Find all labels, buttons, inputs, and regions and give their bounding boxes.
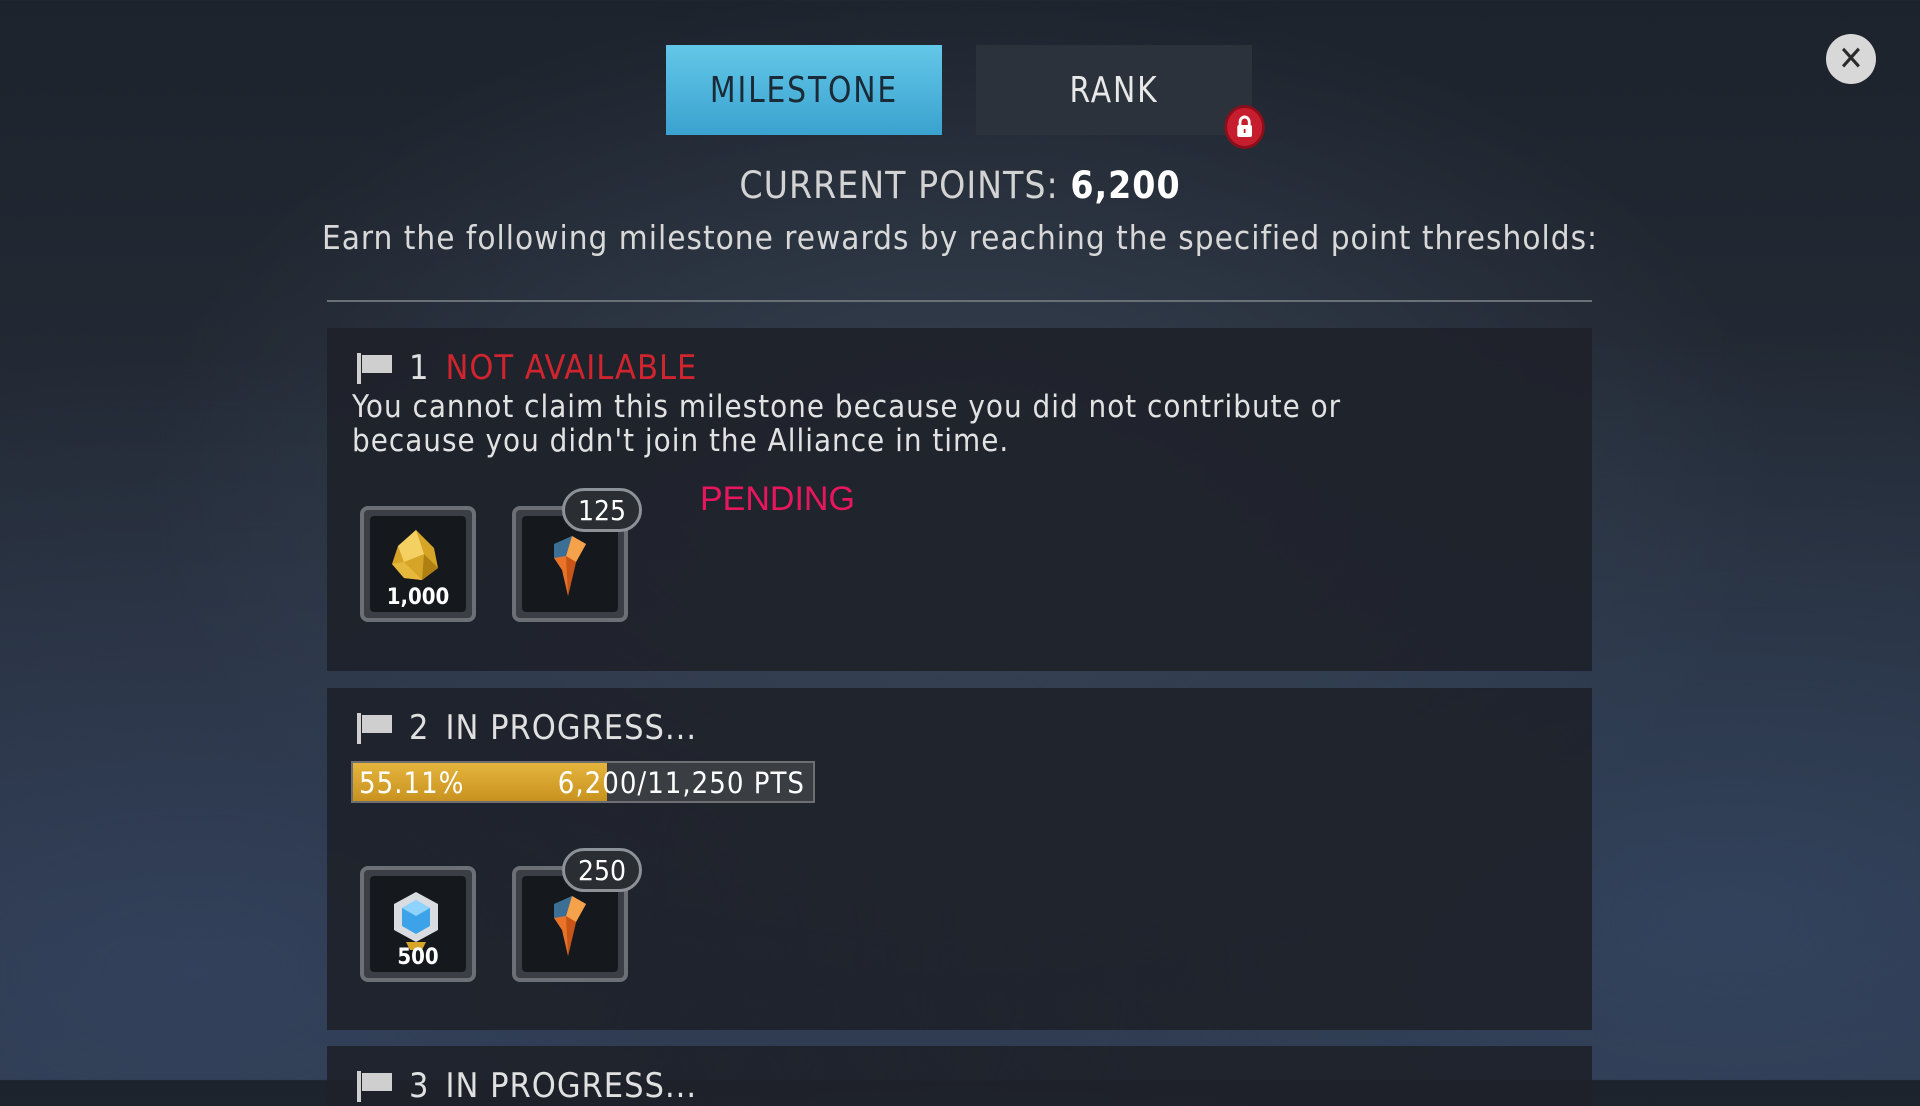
close-icon: ✕ [1838, 39, 1864, 79]
tab-rank-label: RANK [1069, 69, 1159, 111]
current-points: CURRENT POINTS: 6,200 [0, 164, 1920, 207]
reward-item[interactable]: 125 [512, 488, 642, 622]
progress-bar: 55.11% 6,200/11,250 PTS [351, 761, 815, 803]
milestone-number: 1 [409, 348, 430, 388]
milestone-number: 3 [409, 1066, 430, 1106]
reward-badge: 125 [562, 488, 642, 532]
reward-item[interactable]: 1,000 [360, 506, 476, 622]
reward-item[interactable]: 500 [360, 866, 476, 982]
description-line: You cannot claim this milestone because … [352, 389, 1342, 425]
milestone-instructions: Earn the following milestone rewards by … [321, 218, 1599, 257]
reward-quantity: 1,000 [386, 585, 450, 610]
milestone-header: 1 NOT AVAILABLE [355, 348, 697, 388]
milestone-status: NOT AVAILABLE [445, 348, 698, 388]
description-line: because you didn't join the Alliance in … [352, 423, 1010, 459]
flag-icon [357, 713, 392, 744]
progress-points: 6,200/11,250 PTS [557, 766, 805, 800]
flag-icon [357, 1071, 392, 1102]
milestone-header: 3 IN PROGRESS... [355, 1066, 697, 1106]
milestone-card-2: 2 IN PROGRESS... 55.11% 6,200/11,250 PTS… [327, 688, 1592, 1030]
reward-badge: 250 [562, 848, 642, 892]
reward-quantity: 500 [397, 945, 439, 970]
divider [327, 300, 1592, 302]
milestone-header: 2 IN PROGRESS... [355, 708, 697, 748]
milestone-status: IN PROGRESS... [445, 708, 698, 748]
reward-item[interactable]: 250 [512, 848, 642, 982]
milestone-description: You cannot claim this milestone because … [352, 390, 1341, 458]
milestone-number: 2 [409, 708, 430, 748]
milestone-card-3: 3 IN PROGRESS... [327, 1046, 1592, 1106]
tab-milestone[interactable]: MILESTONE [666, 45, 942, 135]
pending-label: PENDING [700, 480, 855, 518]
points-label: CURRENT POINTS: [739, 164, 1059, 207]
flag-icon [357, 353, 392, 384]
points-value: 6,200 [1070, 164, 1181, 207]
tab-rank[interactable]: RANK [976, 45, 1265, 149]
progress-percent: 55.11% [359, 766, 465, 800]
lock-icon [1224, 105, 1265, 149]
close-button[interactable]: ✕ [1826, 34, 1876, 84]
milestone-card-1: 1 NOT AVAILABLE You cannot claim this mi… [327, 328, 1592, 671]
tab-bar: MILESTONE RANK [654, 45, 1265, 149]
milestone-status: IN PROGRESS... [445, 1066, 698, 1106]
